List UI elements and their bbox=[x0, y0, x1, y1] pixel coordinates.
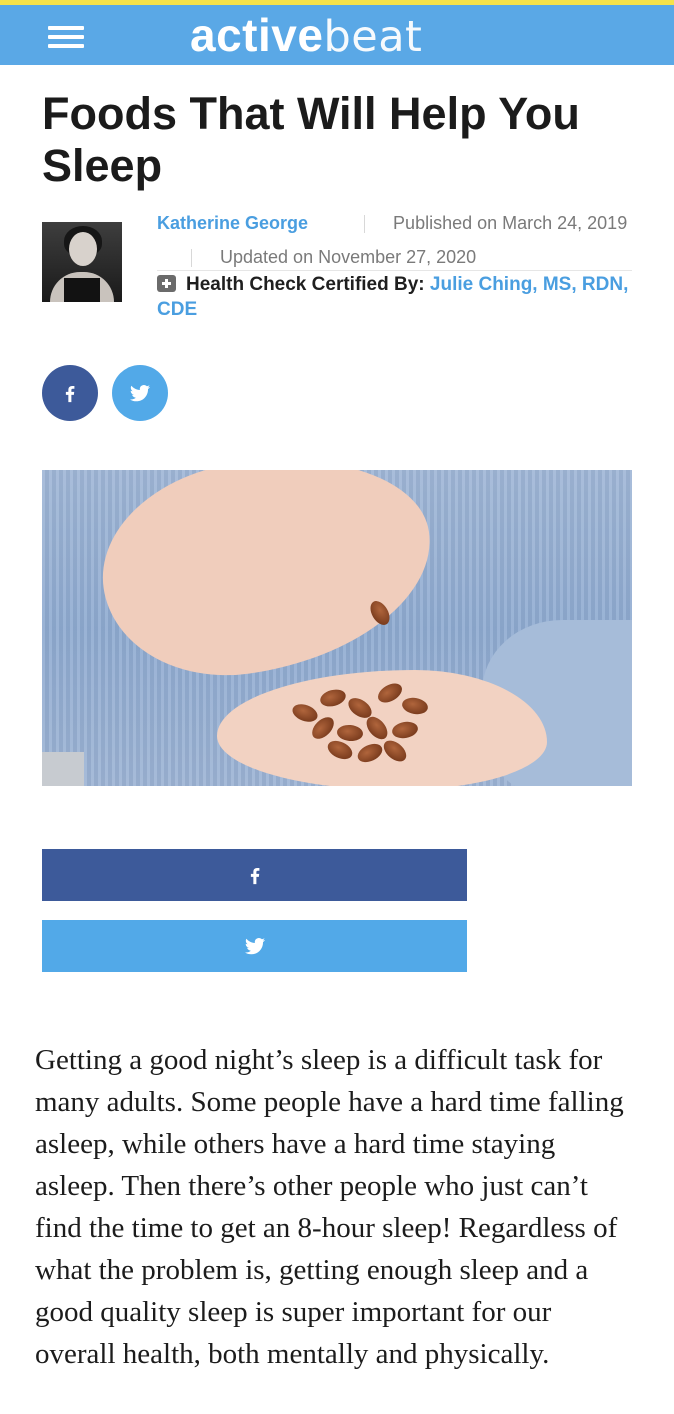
hamburger-menu-icon[interactable] bbox=[48, 26, 84, 48]
article-byline: Katherine George Published on March 24, 2… bbox=[157, 206, 632, 274]
facebook-icon bbox=[250, 867, 259, 885]
logo-beat-text: beat bbox=[323, 12, 423, 62]
article-title: Foods That Will Help You Sleep bbox=[42, 88, 580, 191]
author-link[interactable]: Katherine George bbox=[157, 213, 308, 233]
facebook-icon bbox=[65, 385, 75, 403]
article-hero-image bbox=[42, 470, 632, 786]
facebook-share-button[interactable] bbox=[42, 849, 467, 901]
site-logo[interactable]: activebeat bbox=[190, 7, 422, 63]
updated-date: Updated on November 27, 2020 bbox=[220, 247, 477, 267]
logo-active-text: activ bbox=[190, 9, 298, 61]
certified-label: Health Check Certified By: bbox=[186, 274, 425, 295]
byline-divider bbox=[191, 249, 192, 268]
medical-kit-icon bbox=[157, 275, 176, 292]
author-avatar bbox=[42, 222, 122, 302]
site-header: activebeat bbox=[0, 5, 674, 65]
twitter-share-button[interactable] bbox=[42, 920, 467, 972]
twitter-icon bbox=[130, 385, 150, 402]
twitter-share-circle-button[interactable] bbox=[112, 365, 168, 421]
twitter-icon bbox=[244, 938, 265, 955]
facebook-share-circle-button[interactable] bbox=[42, 365, 98, 421]
byline-rule bbox=[157, 270, 632, 271]
published-date: Published on March 24, 2019 bbox=[393, 213, 628, 233]
article-body-paragraph: Getting a good night’s sleep is a diffic… bbox=[35, 1044, 624, 1370]
byline-divider bbox=[364, 215, 366, 234]
logo-e-text: e bbox=[297, 9, 324, 61]
health-check-certification: Health Check Certified By: Julie Ching, … bbox=[157, 272, 637, 322]
